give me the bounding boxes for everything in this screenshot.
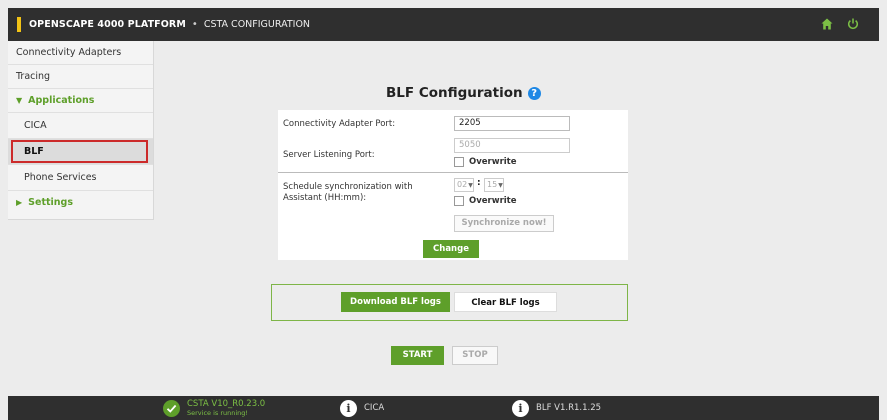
chevron-down-icon: ▼ (498, 182, 503, 189)
overwrite-label: Overwrite (469, 196, 517, 206)
sidebar-group-settings[interactable]: ▶ Settings (8, 191, 153, 215)
overwrite-checkbox[interactable] (454, 157, 464, 167)
blf-config-form: Connectivity Adapter Port: 2205 Server L… (278, 110, 628, 260)
time-separator: : (477, 178, 481, 188)
server-port-input[interactable]: 5050 (454, 138, 570, 153)
sidebar-item-label: CICA (24, 120, 47, 131)
logs-panel: Download BLF logs Clear BLF logs (271, 284, 628, 321)
page-title-text: BLF Configuration (386, 85, 523, 101)
help-icon[interactable]: ? (527, 86, 541, 100)
sidebar-item-blf[interactable]: BLF (8, 139, 153, 165)
sidebar-item-label: Applications (28, 95, 95, 106)
sidebar-item-label: Phone Services (24, 172, 97, 183)
breadcrumb-separator: • (191, 19, 198, 30)
minute-value: 15 (487, 180, 498, 189)
start-button[interactable]: START (391, 346, 444, 365)
brand-logo-mark (17, 17, 21, 32)
home-icon[interactable] (821, 15, 833, 34)
schedule-label: Schedule synchronization with Assistant … (283, 182, 413, 203)
csta-version: V10_R0.23.0 (211, 399, 266, 409)
csta-running-status: Service is running! (187, 409, 249, 417)
breadcrumb: CSTA CONFIGURATION (203, 19, 311, 30)
blf-status: i BLF V1.R1.1.25 (512, 396, 601, 420)
sidebar-item-cica[interactable]: CICA (8, 113, 153, 139)
sidebar-item-phone-services[interactable]: Phone Services (8, 165, 153, 191)
change-button[interactable]: Change (423, 240, 479, 258)
overwrite-checkbox[interactable] (454, 196, 464, 206)
sidebar-item-label: Connectivity Adapters (16, 47, 122, 58)
csta-label: CSTA (187, 399, 209, 409)
sidebar-item-connectivity-adapters[interactable]: Connectivity Adapters (8, 41, 153, 65)
info-icon: i (512, 399, 529, 417)
minute-select[interactable]: 15▼ (484, 178, 504, 192)
overwrite-schedule[interactable]: Overwrite (454, 196, 517, 206)
sidebar: Connectivity Adapters Tracing ▼ Applicati… (8, 41, 154, 220)
page-title: BLF Configuration ? (386, 85, 541, 101)
download-blf-logs-button[interactable]: Download BLF logs (341, 292, 450, 312)
overwrite-server-port[interactable]: Overwrite (454, 157, 517, 167)
triangle-right-icon: ▶ (16, 198, 23, 207)
sidebar-item-tracing[interactable]: Tracing (8, 65, 153, 89)
adapter-port-label: Connectivity Adapter Port: (283, 119, 396, 129)
stop-button[interactable]: STOP (452, 346, 498, 365)
power-icon[interactable] (847, 15, 859, 34)
brand-title: OPENSCAPE 4000 PLATFORM (29, 19, 186, 30)
status-footer: CSTA V10_R0.23.0 Service is running! i C… (8, 396, 879, 420)
cica-status: i CICA (340, 396, 384, 420)
server-port-label: Server Listening Port: (283, 150, 375, 160)
adapter-port-input[interactable]: 2205 (454, 116, 570, 131)
hour-value: 02 (457, 180, 468, 189)
cica-label: CICA (364, 403, 385, 413)
triangle-down-icon: ▼ (16, 96, 23, 105)
blf-version-label: BLF V1.R1.1.25 (536, 403, 602, 413)
csta-status-text: CSTA V10_R0.23.0 Service is running! (187, 399, 265, 417)
chevron-down-icon: ▼ (468, 182, 473, 189)
check-icon (163, 399, 180, 417)
sidebar-item-label: Settings (28, 197, 73, 208)
csta-status: CSTA V10_R0.23.0 Service is running! (163, 396, 265, 420)
synchronize-now-button[interactable]: Synchronize now! (454, 215, 554, 232)
top-bar: OPENSCAPE 4000 PLATFORM • CSTA CONFIGURA… (8, 8, 879, 41)
overwrite-label: Overwrite (469, 157, 517, 167)
form-divider (278, 172, 628, 173)
info-icon: i (340, 399, 357, 417)
clear-blf-logs-button[interactable]: Clear BLF logs (454, 292, 557, 312)
sidebar-group-applications[interactable]: ▼ Applications (8, 89, 153, 113)
sidebar-item-label: Tracing (16, 71, 51, 82)
hour-select[interactable]: 02▼ (454, 178, 474, 192)
sidebar-item-label: BLF (24, 146, 44, 157)
